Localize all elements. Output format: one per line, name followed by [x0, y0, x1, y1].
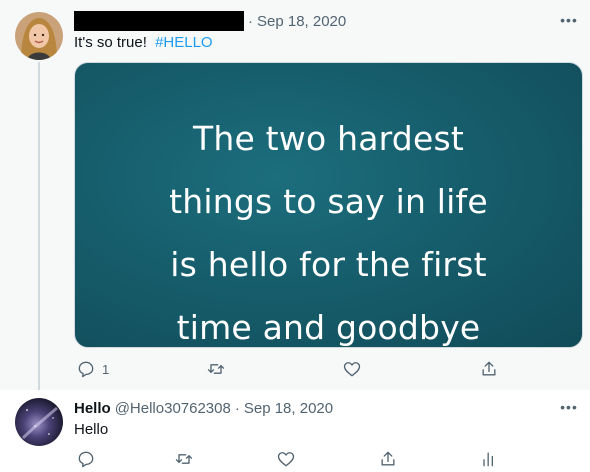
analytics-icon: [483, 452, 493, 467]
reply-count: 1: [102, 361, 110, 377]
share-button[interactable]: [479, 359, 499, 379]
share-button[interactable]: [378, 449, 398, 469]
share-icon: [381, 451, 395, 466]
quote-line: things to say in life: [169, 182, 488, 221]
action-bar: [74, 447, 514, 471]
avatar[interactable]: [15, 398, 63, 446]
tweet-body: It's so true!: [74, 34, 147, 51]
tweet-text: Hello: [74, 421, 108, 438]
tweet-body: Hello: [74, 421, 109, 438]
hashtag-link[interactable]: #HELLO: [155, 34, 213, 51]
share-icon: [482, 361, 496, 376]
like-button[interactable]: [276, 449, 296, 469]
retweet-button[interactable]: [206, 359, 226, 379]
tweet-header: · Sep 18, 2020: [74, 11, 346, 31]
retweet-icon: [207, 364, 225, 374]
quote-line: The two hardest: [193, 119, 464, 158]
redacted-name: [74, 11, 244, 31]
retweet-button[interactable]: [174, 449, 194, 469]
heart-icon: [277, 452, 295, 467]
quote-line: time and goodbye: [176, 308, 481, 347]
more-options-icon[interactable]: •••: [558, 398, 580, 416]
analytics-button[interactable]: [479, 449, 499, 469]
separator: ·: [234, 399, 240, 417]
retweet-icon: [175, 454, 193, 464]
tweet[interactable]: · Sep 18, 2020 ••• It's so true! #HELLO …: [0, 0, 590, 396]
tweet-date[interactable]: Sep 18, 2020: [244, 400, 333, 417]
tweet-header: Hello @Hello30762308 · Sep 18, 2020: [74, 398, 333, 418]
image-quote-text: The two hardest things to say in life is…: [75, 63, 582, 347]
avatar[interactable]: [15, 12, 63, 60]
tweet-image[interactable]: The two hardest things to say in life is…: [74, 62, 583, 348]
reply-button[interactable]: 1: [76, 359, 109, 379]
display-name[interactable]: Hello: [74, 400, 111, 417]
tweet-text: It's so true! #HELLO: [74, 34, 213, 51]
action-bar: 1: [74, 357, 514, 381]
reply-icon: [78, 451, 94, 468]
user-handle[interactable]: @Hello30762308: [115, 400, 231, 417]
thread-connector: [38, 62, 40, 396]
quote-line: is hello for the first: [170, 245, 487, 284]
tweet-date[interactable]: Sep 18, 2020: [257, 13, 346, 30]
separator: ·: [248, 12, 253, 30]
reply-button[interactable]: [76, 449, 96, 469]
like-button[interactable]: [342, 359, 362, 379]
more-options-icon[interactable]: •••: [558, 11, 580, 29]
tweet[interactable]: Hello @Hello30762308 · Sep 18, 2020 ••• …: [0, 390, 590, 472]
reply-icon: [78, 361, 94, 378]
heart-icon: [343, 362, 361, 377]
